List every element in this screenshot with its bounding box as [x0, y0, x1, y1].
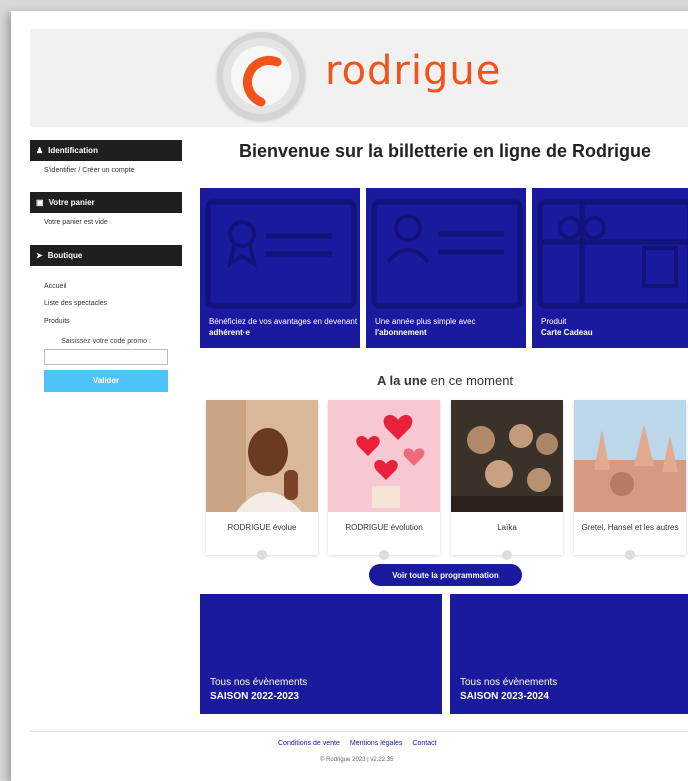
event-card[interactable]: Laïka — [451, 400, 563, 560]
card-carte-cadeau[interactable]: Produit Carte Cadeau — [532, 188, 688, 348]
basket-icon: ▣ — [36, 198, 44, 207]
event-title: Gretel, Hansel et les autres — [581, 523, 679, 532]
event-card[interactable]: RODRIGUE évolue — [206, 400, 318, 560]
validate-button[interactable]: Valider — [44, 369, 168, 392]
page-title: Bienvenue sur la billetterie en ligne de… — [238, 141, 652, 161]
copyright: © Rodrigue 2023 | v2.22.35 — [320, 757, 394, 763]
logo-wordmark[interactable]: rodrigue — [325, 48, 501, 94]
sidebar-header-boutique: ➤ Boutique — [30, 245, 182, 266]
logo-emblem[interactable] — [217, 32, 305, 120]
cart-status: Votre panier est vide — [44, 219, 108, 226]
footer-links: Conditions de vente Mentions légales Con… — [278, 740, 437, 747]
sidebar-item-accueil[interactable]: Accueil — [30, 277, 182, 294]
program-button[interactable]: Voir toute la programmation — [369, 564, 522, 586]
sidebar: ♟ Identification S'identifier / Créer un… — [30, 140, 182, 392]
event-image — [574, 400, 686, 512]
sidebar-header-identification: ♟ Identification — [30, 140, 182, 161]
event-title: Laïka — [497, 523, 517, 532]
login-link[interactable]: S'identifier / Créer un compte — [30, 161, 182, 181]
event-image — [206, 400, 318, 512]
season-card[interactable]: Tous nos évènements SAISON 2023-2024 — [450, 594, 688, 714]
footer-link-cgv[interactable]: Conditions de vente — [278, 740, 340, 747]
sidebar-item-spectacles[interactable]: Liste des spectacles — [30, 294, 182, 312]
card-adherent[interactable]: Bénéficiez de vos avantages en devenant … — [200, 188, 360, 348]
event-card[interactable]: RODRIGUE évolution — [328, 400, 440, 560]
promo-code-input[interactable] — [44, 349, 168, 365]
season-card[interactable]: Tous nos évènements SAISON 2022-2023 — [200, 594, 442, 714]
footer-divider — [30, 731, 688, 732]
user-icon: ♟ — [36, 146, 44, 155]
sidebar-item-produits[interactable]: Produits — [30, 312, 182, 330]
event-title: RODRIGUE évolue — [227, 523, 297, 532]
promo-label: Saisissez votre code promo : — [61, 338, 151, 345]
event-title: RODRIGUE évolution — [345, 523, 423, 532]
section-title-une: A la une en ce moment — [376, 373, 514, 388]
card-abonnement[interactable]: Une année plus simple avec l'abonnement — [366, 188, 526, 348]
footer-link-contact[interactable]: Contact — [412, 740, 436, 747]
logo-arc-icon — [242, 55, 282, 107]
tag-icon: ➤ — [36, 251, 43, 260]
event-card[interactable]: Gretel, Hansel et les autres — [574, 400, 686, 560]
sidebar-header-panier: ▣ Votre panier — [30, 192, 182, 213]
event-image — [451, 400, 563, 512]
event-image — [328, 400, 440, 512]
footer-link-mentions[interactable]: Mentions légales — [350, 740, 403, 747]
